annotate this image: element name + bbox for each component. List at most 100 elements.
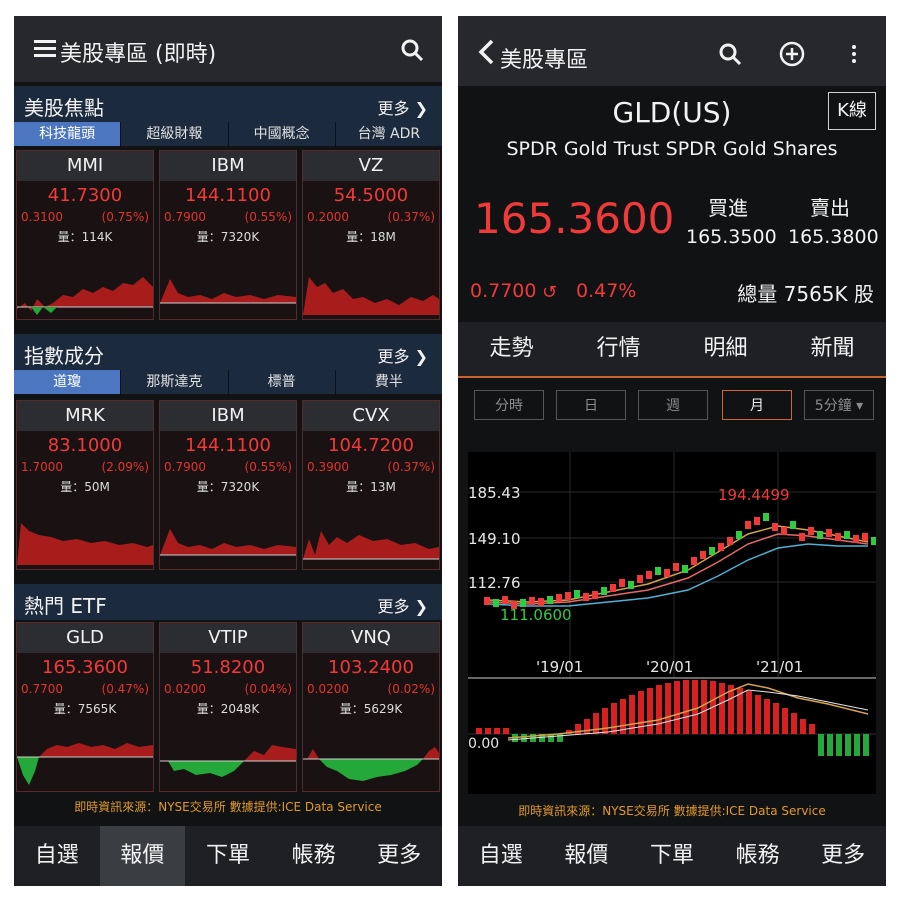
sparkline: [160, 745, 296, 777]
stock-card[interactable]: MMI 41.7300 0.3100 (0.75%) 量：114K: [16, 150, 154, 320]
stock-change-pct: (0.04%): [244, 682, 292, 696]
x-tick-label: '19/01: [536, 658, 583, 676]
stock-symbol: GLD: [17, 623, 153, 653]
nav-more[interactable]: 更多: [800, 826, 886, 886]
macd-bar: [818, 734, 824, 756]
macd-bar: [476, 728, 482, 734]
candle: [673, 563, 679, 571]
indicator-zero-label: 0.00: [468, 736, 499, 752]
menu-icon[interactable]: [34, 40, 56, 58]
more-options-icon[interactable]: [842, 40, 866, 68]
period-month[interactable]: 月: [722, 390, 792, 420]
tab-sox[interactable]: 費半: [334, 370, 442, 394]
candle: [808, 527, 814, 535]
macd-bar: [854, 734, 860, 756]
tab-sp[interactable]: 標普: [227, 370, 335, 394]
candle: [610, 584, 616, 592]
y-tick-label: 185.43: [468, 484, 521, 502]
stock-card[interactable]: VNQ 103.2400 0.0200 (0.02%) 量：5629K: [302, 622, 440, 792]
candle: [718, 543, 724, 551]
candle: [502, 596, 508, 604]
stock-change-pct: (0.37%): [387, 460, 435, 474]
kline-chart[interactable]: 185.43 149.10 112.76 194.4499 111.0600 '…: [468, 452, 876, 794]
period-intraday[interactable]: 分時: [474, 390, 544, 420]
stock-card[interactable]: IBM 144.1100 0.7900 (0.55%) 量：7320K: [159, 150, 297, 320]
candle: [628, 581, 634, 589]
stock-card[interactable]: IBM 144.1100 0.7900 (0.55%) 量：7320K: [159, 400, 297, 570]
candle: [484, 597, 490, 605]
nav-account[interactable]: 帳務: [715, 826, 801, 886]
stock-card[interactable]: VZ 54.5000 0.2000 (0.37%) 量：18M: [302, 150, 440, 320]
macd-bar: [674, 681, 680, 734]
candle: [655, 567, 661, 575]
nav-quotes[interactable]: 報價: [544, 826, 630, 886]
candle: [556, 594, 562, 602]
search-icon[interactable]: [398, 36, 426, 64]
ask-price: 165.3800: [788, 226, 879, 248]
y-tick-label: 149.10: [468, 530, 521, 548]
period-day[interactable]: 日: [556, 390, 626, 420]
nav-watchlist[interactable]: 自選: [14, 826, 100, 886]
stock-change-pct: (2.09%): [101, 460, 149, 474]
stock-card[interactable]: CVX 104.7200 0.3900 (0.37%) 量：13M: [302, 400, 440, 570]
more-link[interactable]: 更多 ❯: [377, 593, 428, 617]
nav-watchlist[interactable]: 自選: [458, 826, 544, 886]
period-5min[interactable]: 5分鐘 ▾: [804, 390, 874, 420]
more-link[interactable]: 更多 ❯: [377, 343, 428, 367]
candle: [529, 597, 535, 605]
nav-more[interactable]: 更多: [356, 826, 442, 886]
macd-bar: [485, 728, 491, 734]
macd-bar: [503, 728, 509, 734]
macd-bar: [809, 724, 815, 734]
sparkline: [17, 277, 153, 315]
tab-china[interactable]: 中國概念: [227, 122, 335, 146]
stock-symbol: MMI: [17, 151, 153, 181]
macd-bar: [836, 734, 842, 756]
stock-change-pct: (0.37%): [387, 210, 435, 224]
period-week[interactable]: 週: [638, 390, 708, 420]
candle: [799, 533, 805, 541]
stock-price: 103.2400: [328, 657, 414, 678]
stock-card[interactable]: MRK 83.1000 1.7000 (2.09%) 量：50M: [16, 400, 154, 570]
stock-change: 0.3100: [21, 210, 63, 224]
nav-order[interactable]: 下單: [185, 826, 271, 886]
candle: [790, 521, 796, 529]
back-title[interactable]: 美股專區: [500, 42, 588, 74]
macd-bar: [863, 734, 869, 756]
tab-news[interactable]: 新聞: [779, 322, 886, 376]
tab-taiwan-adr[interactable]: 台灣 ADR: [334, 122, 442, 146]
nav-account[interactable]: 帳務: [271, 826, 357, 886]
stock-change-pct: (0.47%): [101, 682, 149, 696]
stock-price: 41.7300: [47, 185, 123, 206]
ask-label: 賣出: [810, 196, 850, 220]
bid-price: 165.3500: [686, 226, 777, 248]
more-link[interactable]: 更多 ❯: [377, 95, 428, 119]
stock-card[interactable]: VTIP 51.8200 0.0200 (0.04%) 量：2048K: [159, 622, 297, 792]
candle: [754, 517, 760, 525]
macd-bar: [665, 683, 671, 734]
nav-quotes[interactable]: 報價: [99, 826, 186, 886]
back-icon[interactable]: [476, 38, 496, 66]
tab-tech[interactable]: 科技龍頭: [14, 122, 121, 146]
stock-price: 54.5000: [333, 185, 409, 206]
tab-earnings[interactable]: 超級財報: [120, 122, 227, 146]
tab-trend[interactable]: 走勢: [458, 322, 565, 376]
change-arrow-icon: ↺: [542, 282, 558, 303]
nav-order[interactable]: 下單: [629, 826, 715, 886]
tab-quote[interactable]: 行情: [565, 322, 672, 376]
max-price-label: 194.4499: [718, 486, 790, 504]
candle: [646, 571, 652, 579]
tab-nasdaq[interactable]: 那斯達克: [120, 370, 227, 394]
search-icon[interactable]: [716, 40, 744, 68]
stock-card[interactable]: GLD 165.3600 0.7700 (0.47%) 量：7565K: [16, 622, 154, 792]
macd-bar: [584, 719, 590, 734]
sparkline: [17, 743, 153, 785]
tab-detail[interactable]: 明細: [672, 322, 779, 376]
add-icon[interactable]: [778, 40, 806, 68]
macd-bar: [764, 699, 770, 734]
candle: [547, 596, 553, 604]
tab-dow[interactable]: 道瓊: [14, 370, 121, 394]
kline-button[interactable]: K線: [828, 92, 876, 130]
candle: [727, 537, 733, 545]
macd-bar: [800, 719, 806, 734]
